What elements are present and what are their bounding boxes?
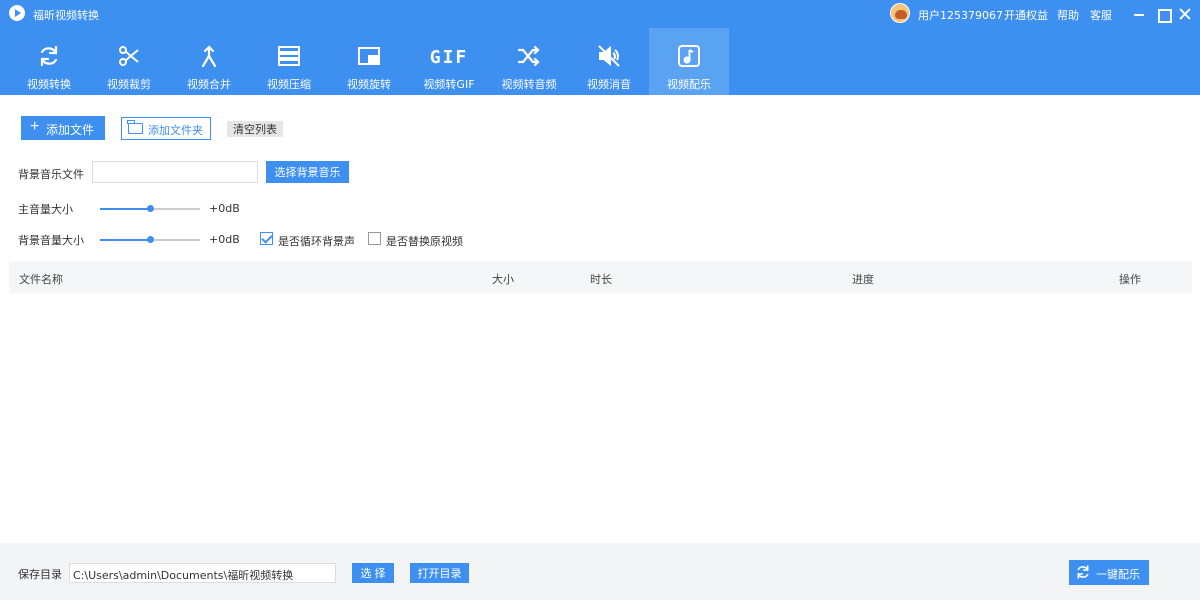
gif-icon: GIF [429, 47, 469, 68]
compress-icon [278, 46, 300, 66]
tab-label: 视频合并 [187, 78, 231, 91]
app-title: 福昕视频转换 [33, 9, 99, 22]
select-bgm-button[interactable]: 选择背景音乐 [266, 161, 349, 183]
column-header-name[interactable]: 文件名称 [19, 271, 63, 287]
tab-video-compress[interactable]: 视频压缩 [249, 28, 329, 95]
add-file-button[interactable]: + 添加文件 [21, 116, 105, 140]
shuffle-icon [517, 45, 540, 67]
bg-volume-value: +0dB [209, 233, 240, 246]
choose-dir-button[interactable]: 选 择 [352, 563, 394, 583]
one-click-music-button[interactable]: 一键配乐 [1069, 560, 1149, 585]
column-header-progress[interactable]: 进度 [852, 271, 874, 287]
clear-list-button[interactable]: 清空列表 [227, 121, 283, 137]
bgm-file-label: 背景音乐文件 [18, 168, 84, 181]
tab-label: 视频配乐 [667, 78, 711, 91]
column-header-actions: 操作 [1119, 273, 1141, 286]
tab-video-convert[interactable]: 视频转换 [9, 28, 89, 95]
scissors-icon [119, 46, 139, 66]
add-folder-button[interactable]: 添加文件夹 [121, 117, 211, 140]
tab-video-to-audio[interactable]: 视频转音频 [489, 28, 569, 95]
tab-video-to-gif[interactable]: GIF 视频转GIF [409, 28, 489, 95]
app-logo-icon [9, 5, 25, 21]
vip-link[interactable]: 开通权益 [1004, 7, 1048, 23]
service-link[interactable]: 客服 [1090, 7, 1112, 23]
slider-handle[interactable] [147, 205, 154, 212]
bgm-file-input[interactable] [92, 161, 258, 183]
tab-label: 视频转音频 [501, 78, 557, 91]
loop-bg-label: 是否循环背景声 [278, 235, 355, 248]
tab-label: 视频裁剪 [107, 78, 151, 91]
loop-bg-checkbox[interactable] [260, 232, 273, 245]
tab-label: 视频转换 [27, 78, 71, 91]
save-dir-label: 保存目录 [18, 568, 62, 581]
app-header: 福昕视频转换 用户125379067 开通权益 帮助 客服 视频转换 视频裁剪 [0, 0, 1200, 95]
refresh-icon [1077, 565, 1089, 579]
tab-video-rotate[interactable]: 视频旋转 [329, 28, 409, 95]
bg-volume-slider[interactable] [100, 235, 200, 245]
bg-volume-label: 背景音量大小 [18, 234, 84, 247]
refresh-icon [40, 45, 58, 67]
slider-fill [100, 239, 150, 241]
tab-label: 视频转GIF [423, 78, 475, 91]
merge-icon [201, 45, 217, 68]
folder-icon [127, 120, 143, 134]
mute-icon [598, 45, 620, 67]
maximize-icon[interactable] [1155, 6, 1172, 23]
help-link[interactable]: 帮助 [1057, 7, 1079, 23]
file-table-header: 文件名称 大小 时长 进度 操作 [9, 261, 1192, 293]
column-header-size[interactable]: 大小 [492, 271, 514, 287]
minimize-icon[interactable] [1131, 6, 1147, 22]
user-name[interactable]: 用户125379067 [918, 7, 1003, 23]
column-header-duration[interactable]: 时长 [590, 271, 612, 287]
add-folder-label: 添加文件夹 [148, 125, 203, 137]
tab-video-music[interactable]: 视频配乐 [649, 28, 729, 95]
music-icon [678, 45, 700, 67]
main-volume-value: +0dB [209, 202, 240, 215]
replace-video-checkbox[interactable] [368, 232, 381, 245]
slider-fill [100, 208, 150, 210]
one-click-label: 一键配乐 [1096, 569, 1140, 581]
tab-video-merge[interactable]: 视频合并 [169, 28, 249, 95]
save-dir-input[interactable]: C:\Users\admin\Documents\福昕视频转换 [69, 563, 336, 583]
tab-video-cut[interactable]: 视频裁剪 [89, 28, 169, 95]
tab-label: 视频旋转 [347, 78, 391, 91]
tab-label: 视频消音 [587, 78, 631, 91]
main-volume-slider[interactable] [100, 204, 200, 214]
slider-handle[interactable] [147, 236, 154, 243]
titlebar: 福昕视频转换 用户125379067 开通权益 帮助 客服 [0, 0, 1200, 28]
tab-label: 视频压缩 [267, 78, 311, 91]
open-dir-button[interactable]: 打开目录 [410, 563, 469, 583]
file-table-body[interactable] [9, 293, 1192, 543]
close-icon[interactable] [1177, 6, 1193, 22]
avatar[interactable] [890, 3, 910, 23]
add-file-label: 添加文件 [46, 123, 95, 137]
tab-video-mute[interactable]: 视频消音 [569, 28, 649, 95]
main-volume-label: 主音量大小 [18, 203, 73, 216]
rotate-icon [358, 47, 380, 65]
replace-video-label: 是否替换原视频 [386, 235, 463, 248]
toolbar-tabs: 视频转换 视频裁剪 视频合并 视频压缩 视频旋转 GIF 视频转GIF 视频转音… [9, 28, 729, 95]
plus-icon: + [30, 118, 40, 135]
